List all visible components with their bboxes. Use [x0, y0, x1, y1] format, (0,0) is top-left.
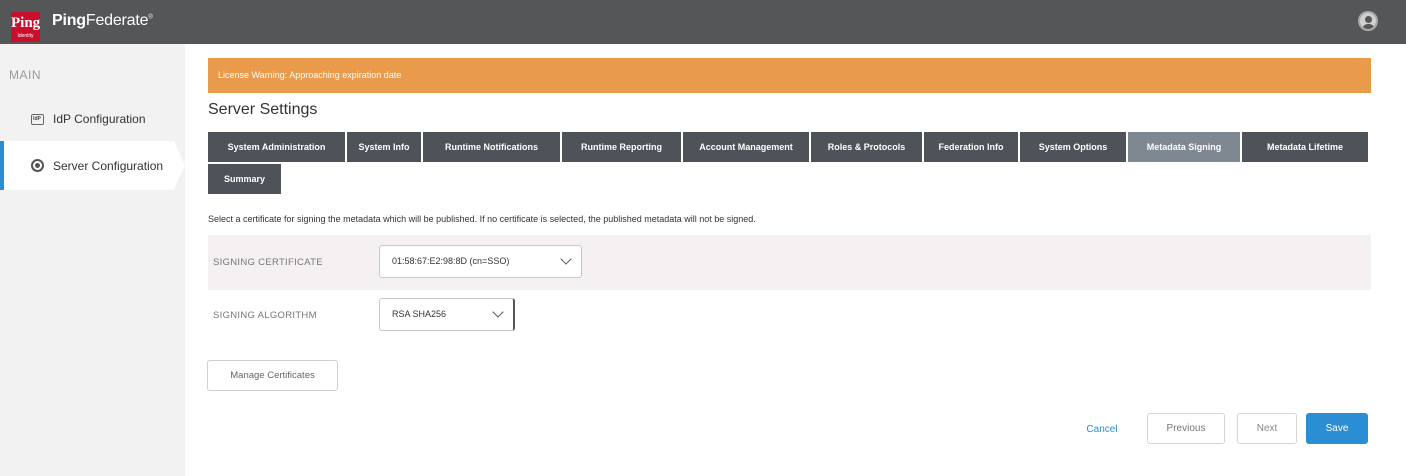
signing-certificate-select[interactable]: 01:58:67:E2:98:8D (cn=SSO)	[379, 245, 582, 278]
chevron-down-icon	[492, 306, 504, 318]
ping-identity-logo[interactable]: Ping Identity	[11, 12, 40, 42]
previous-button[interactable]: Previous	[1147, 413, 1225, 444]
cancel-button[interactable]: Cancel	[1080, 415, 1124, 443]
next-button[interactable]: Next	[1237, 413, 1297, 444]
license-warning-banner: License Warning: Approaching expiration …	[208, 58, 1371, 93]
tab-metadata-signing[interactable]: Metadata Signing	[1128, 132, 1240, 162]
brand-bold: Ping	[52, 12, 86, 29]
instruction-text: Select a certificate for signing the met…	[208, 214, 756, 224]
signing-algorithm-row: SIGNING ALGORITHM RSA SHA256	[208, 288, 1371, 343]
tab-system-administration[interactable]: System Administration	[208, 132, 345, 162]
tab-system-options[interactable]: System Options	[1020, 132, 1126, 162]
logo-subtext: Identity	[17, 33, 34, 39]
sidebar-item-server-configuration[interactable]: Server Configuration	[0, 141, 174, 190]
tab-runtime-notifications[interactable]: Runtime Notifications	[423, 132, 560, 162]
sidebar-item-label: Server Configuration	[53, 158, 164, 173]
brand-light: Federate	[85, 12, 149, 29]
tab-metadata-lifetime[interactable]: Metadata Lifetime	[1242, 132, 1368, 162]
signing-certificate-value: 01:58:67:E2:98:8D (cn=SSO)	[392, 256, 510, 266]
sidebar-section-main: MAIN	[9, 68, 41, 82]
signing-certificate-label: SIGNING CERTIFICATE	[213, 257, 323, 268]
active-item-pointer	[174, 141, 185, 189]
user-avatar-icon[interactable]	[1358, 11, 1378, 31]
sidebar-item-label: IdP Configuration	[53, 112, 146, 126]
product-title: PingFederate®	[52, 12, 153, 29]
signing-algorithm-value: RSA SHA256	[392, 309, 447, 319]
manage-certificates-button[interactable]: Manage Certificates	[207, 360, 338, 391]
tab-roles-protocols[interactable]: Roles & Protocols	[811, 132, 922, 162]
tab-federation-info[interactable]: Federation Info	[924, 132, 1018, 162]
save-button[interactable]: Save	[1306, 413, 1368, 444]
signing-certificate-row: SIGNING CERTIFICATE 01:58:67:E2:98:8D (c…	[208, 235, 1371, 290]
signing-algorithm-select[interactable]: RSA SHA256	[379, 298, 515, 331]
sidebar: MAIN IdP IdP Configuration Server Config…	[0, 44, 185, 476]
top-bar: Ping Identity PingFederate®	[0, 0, 1406, 44]
tab-account-management[interactable]: Account Management	[683, 132, 809, 162]
tab-system-info[interactable]: System Info	[347, 132, 421, 162]
sidebar-item-idp-configuration[interactable]: IdP IdP Configuration	[0, 96, 177, 142]
page-title: Server Settings	[208, 101, 318, 118]
chevron-down-icon	[560, 253, 572, 265]
tab-runtime-reporting[interactable]: Runtime Reporting	[562, 132, 681, 162]
idp-icon: IdP	[30, 112, 44, 126]
tab-summary[interactable]: Summary	[208, 164, 281, 194]
server-config-icon	[30, 159, 44, 173]
logo-text: Ping	[11, 15, 41, 31]
signing-algorithm-label: SIGNING ALGORITHM	[213, 310, 317, 321]
